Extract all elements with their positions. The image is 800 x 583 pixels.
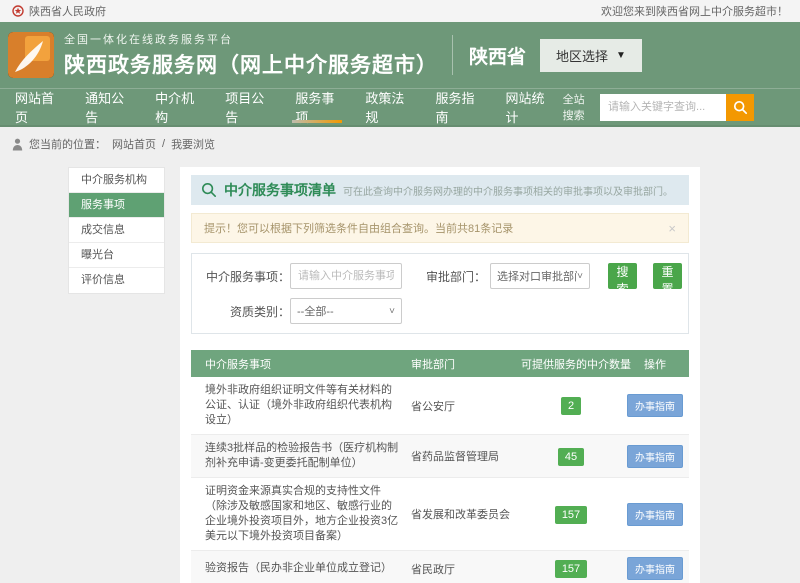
sidebar-item-4[interactable]: 评价信息 [69,268,164,293]
nav-item[interactable]: 网站统计 [493,89,563,125]
approval-dept-label: 审批部门： [402,268,486,285]
gov-portal-link[interactable]: 陕西省人民政府 [29,3,106,19]
nav-items: 网站首页 通知公告 中介机构 项目公告 服务事项 政策法规 服务指南 网站统计 [2,89,563,125]
agency-count-badge: 157 [555,506,587,524]
nav-item[interactable]: 网站首页 [2,89,72,125]
content-area: 中介服务机构服务事项成交信息曝光台评价信息 中介服务事项清单 可在此查询中介服务… [68,167,800,583]
nav-item[interactable]: 通知公告 [72,89,142,125]
service-items-table: 中介服务事项 审批部门 可提供服务的中介数量 操作 境外非政府组织证明文件等有关… [191,350,689,583]
chevron-down-icon: ˅ [389,306,395,317]
reset-button[interactable]: 重 置 [653,263,682,289]
nav-item[interactable]: 项目公告 [212,89,282,125]
tip-banner: 提示！您可以根据下列筛选条件自由组合查询。当前共81条记录 × [191,213,689,243]
site-title: 陕西政务服务网（网上中介服务超市） [64,49,438,79]
service-item-name: 连续3批样品的检验报告书（医疗机构制剂补充申请-变更委托配制单位） [191,441,411,471]
main-panel: 中介服务事项清单 可在此查询中介服务网办理的中介服务事项相关的审批事项以及审批部… [180,167,700,583]
table-body: 境外非政府组织证明文件等有关材料的公证、认证（境外非政府组织代表机构设立） 省公… [191,377,689,583]
agency-count-badge: 2 [561,397,581,415]
user-location-icon [12,138,23,151]
national-emblem-icon [12,5,24,17]
guide-button[interactable]: 办事指南 [627,503,683,526]
table-row: 境外非政府组织证明文件等有关材料的公证、认证（境外非政府组织代表机构设立） 省公… [191,377,689,435]
sidebar-menu: 中介服务机构服务事项成交信息曝光台评价信息 [68,167,165,294]
service-item-label: 中介服务事项： [198,268,290,285]
col-header-count: 可提供服务的中介数量 [521,356,621,372]
sidebar-item-0[interactable]: 中介服务机构 [69,168,164,193]
service-item-name: 境外非政府组织证明文件等有关材料的公证、认证（境外非政府组织代表机构设立） [191,383,411,428]
header-divider [452,35,453,75]
table-row: 证明资金来源真实合规的支持性文件（除涉及敏感国家和地区、敏感行业的企业境外投资项… [191,478,689,551]
chevron-down-icon: ▼ [616,50,626,61]
col-header-name: 中介服务事项 [191,356,411,372]
guide-button[interactable]: 办事指南 [627,445,683,468]
page-title: 中介服务事项清单 [224,180,336,200]
site-search: 全站搜索 [563,91,754,123]
table-row: 连续3批样品的检验报告书（医疗机构制剂补充申请-变更委托配制单位） 省药品监督管… [191,435,689,478]
agency-count-badge: 157 [555,560,587,578]
region-select-button[interactable]: 地区选择 ▼ [540,39,642,72]
panel-header: 中介服务事项清单 可在此查询中介服务网办理的中介服务事项相关的审批事项以及审批部… [191,175,689,205]
approval-dept: 省发展和改革委员会 [411,506,521,522]
approval-dept: 省民政厅 [411,561,521,577]
qualification-select[interactable]: --全部-- ˅ [290,298,402,324]
breadcrumb-current: 我要浏览 [171,136,215,152]
col-header-action: 操作 [621,356,689,372]
search-label: 全站搜索 [563,91,595,123]
page-subtitle: 可在此查询中介服务网办理的中介服务事项相关的审批事项以及审批部门。 [343,183,673,198]
tip-text: 提示！您可以根据下列筛选条件自由组合查询。当前共81条记录 [204,220,513,236]
nav-item[interactable]: 服务事项 [282,89,352,125]
sidebar-item-3[interactable]: 曝光台 [69,243,164,268]
sidebar-item-1[interactable]: 服务事项 [69,193,164,218]
service-item-name: 验资报告（民办非企业单位成立登记） [191,561,411,576]
guide-button[interactable]: 办事指南 [627,557,683,580]
masthead: 全国一体化在线政务服务平台 陕西政务服务网（网上中介服务超市） 陕西省 地区选择… [0,22,800,88]
breadcrumb-prefix: 您当前的位置： [29,136,106,152]
service-item-input[interactable] [290,263,402,289]
approval-dept: 省药品监督管理局 [411,448,521,464]
agency-count-badge: 45 [558,448,584,466]
brand-block: 全国一体化在线政务服务平台 陕西政务服务网（网上中介服务超市） [64,31,438,79]
qualification-label: 资质类别： [198,303,290,320]
service-item-name: 证明资金来源真实合规的支持性文件（除涉及敏感国家和地区、敏感行业的企业境外投资项… [191,484,411,544]
guide-button[interactable]: 办事指南 [627,394,683,417]
nav-item[interactable]: 服务指南 [422,89,492,125]
breadcrumb-home-link[interactable]: 网站首页 [112,136,156,152]
nav-item[interactable]: 中介机构 [142,89,212,125]
chevron-down-icon: ˅ [577,271,583,282]
province-name: 陕西省 [469,42,526,69]
close-icon[interactable]: × [668,221,676,236]
search-submit-button[interactable]: 搜 索 [608,263,637,289]
site-logo-icon [8,32,54,78]
welcome-text: 欢迎您来到陕西省网上中介服务超市！ [601,3,788,19]
filter-form: 中介服务事项： 审批部门： 选择对口审批部门 ˅ 搜 索 重 置 资质类别： -… [191,253,689,334]
breadcrumb: 您当前的位置： 网站首页 / 我要浏览 [0,127,800,161]
col-header-dept: 审批部门 [411,356,521,372]
nav-item[interactable]: 政策法规 [352,89,422,125]
sidebar-item-2[interactable]: 成交信息 [69,218,164,243]
list-search-icon [201,182,217,198]
platform-name: 全国一体化在线政务服务平台 [64,31,438,47]
approval-dept: 省公安厅 [411,398,521,414]
top-utility-bar: 陕西省人民政府 欢迎您来到陕西省网上中介服务超市！ [0,0,800,22]
approval-dept-select[interactable]: 选择对口审批部门 ˅ [490,263,590,289]
search-input[interactable] [600,94,726,121]
search-button[interactable] [726,94,754,121]
table-row: 验资报告（民办非企业单位成立登记） 省民政厅 157 办事指南 [191,551,689,583]
active-tab-underline [292,120,342,123]
breadcrumb-separator: / [162,138,165,150]
table-header-row: 中介服务事项 审批部门 可提供服务的中介数量 操作 [191,350,689,377]
main-nav: 网站首页 通知公告 中介机构 项目公告 服务事项 政策法规 服务指南 网站统计 … [0,88,800,127]
search-icon [733,100,748,115]
